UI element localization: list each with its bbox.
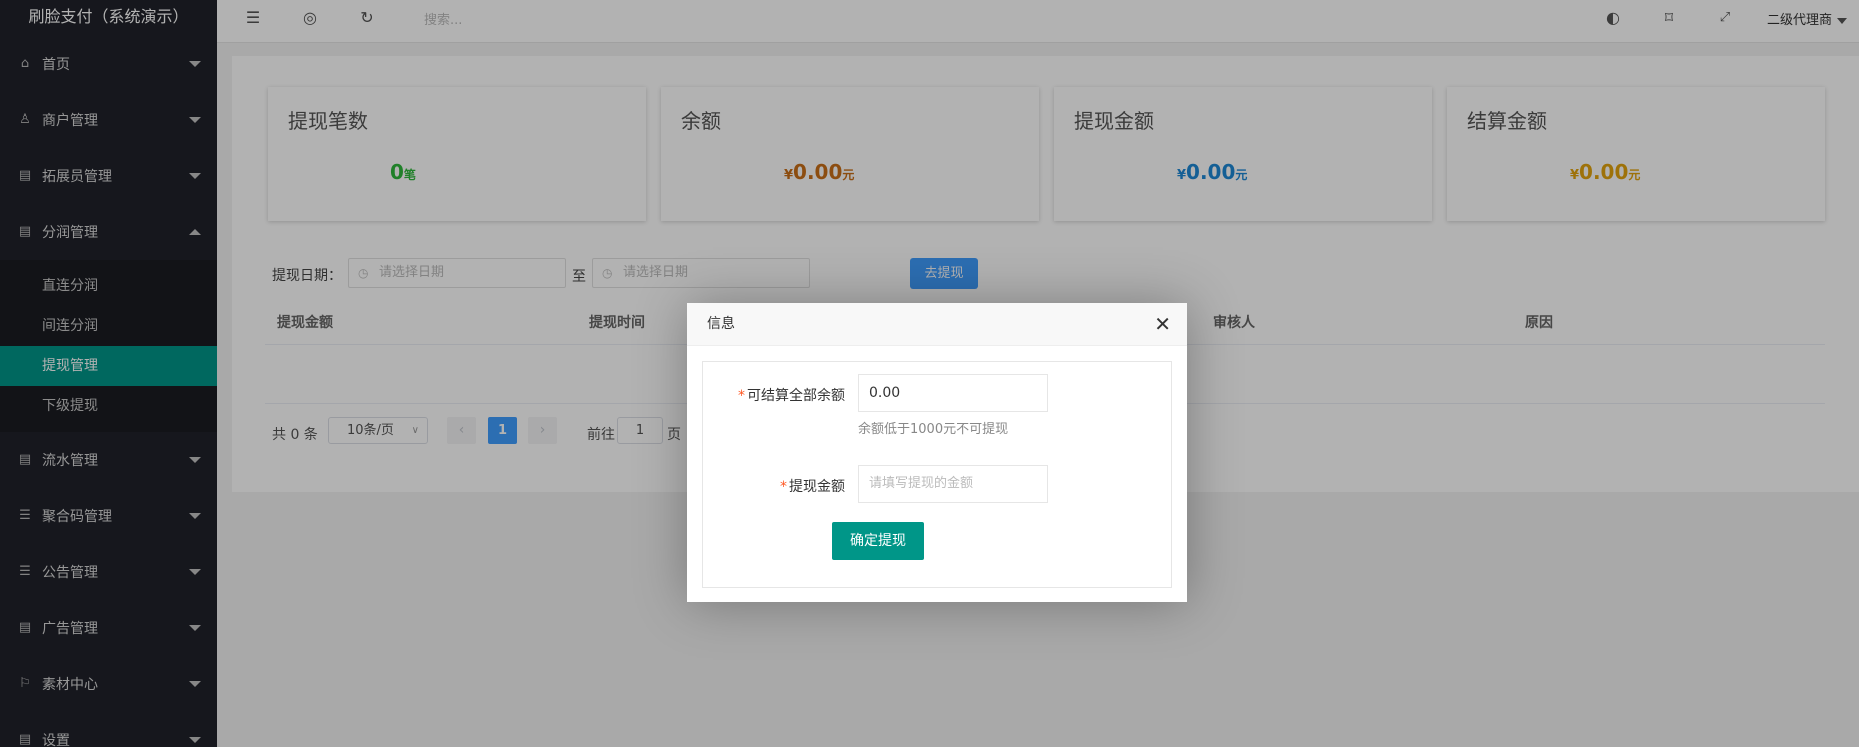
close-icon[interactable]: ✕ bbox=[1154, 303, 1171, 345]
required-mark: * bbox=[738, 388, 745, 404]
balance-hint: 余额低于1000元不可提现 bbox=[858, 422, 1009, 437]
amount-input[interactable]: 请填写提现的金额 bbox=[858, 465, 1048, 503]
confirm-withdraw-button[interactable]: 确定提现 bbox=[832, 522, 924, 560]
withdraw-dialog: 信息 ✕ * 可结算全部余额 0.00 余额低于1000元不可提现 * 提现金额 请… bbox=[687, 303, 1187, 602]
dialog-title: 信息 bbox=[707, 316, 735, 332]
dialog-body: * 可结算全部余额 0.00 余额低于1000元不可提现 * 提现金额 请填写提现的… bbox=[702, 361, 1172, 588]
amount-label: * 提现金额 bbox=[780, 479, 845, 495]
balance-field[interactable]: 0.00 bbox=[858, 374, 1048, 412]
required-mark: * bbox=[780, 479, 787, 495]
dialog-header: 信息 ✕ bbox=[687, 303, 1187, 346]
balance-label: * 可结算全部余额 bbox=[738, 388, 845, 404]
